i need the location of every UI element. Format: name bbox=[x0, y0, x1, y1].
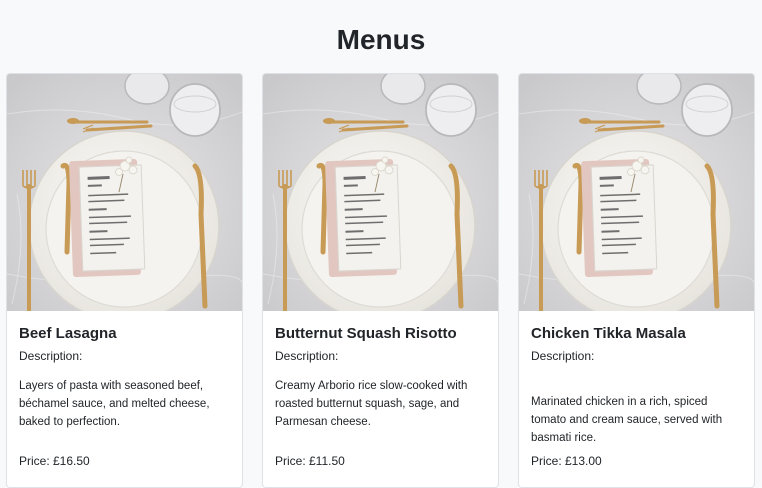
menu-item-name: Chicken Tikka Masala bbox=[531, 325, 686, 342]
menu-card: Chicken Tikka Masala Description: Marina… bbox=[518, 73, 755, 488]
menu-item-name: Beef Lasagna bbox=[19, 325, 117, 342]
menu-item-price: Price: £13.00 bbox=[531, 454, 602, 468]
menu-item-description: Creamy Arborio rice slow-cooked with roa… bbox=[275, 380, 468, 428]
description-label: Description: bbox=[531, 349, 595, 363]
page-title: Menus bbox=[336, 24, 426, 55]
menu-card: Butternut Squash Risotto Description: Cr… bbox=[262, 73, 499, 488]
menu-item-description: Layers of pasta with seasoned beef, béch… bbox=[19, 380, 210, 428]
menu-item-description: Marinated chicken in a rich, spiced toma… bbox=[531, 396, 723, 444]
menu-item-price: Price: £16.50 bbox=[19, 454, 90, 468]
menu-item-price: Price: £11.50 bbox=[275, 454, 345, 468]
menu-item-image bbox=[519, 74, 754, 311]
menu-item-image bbox=[263, 74, 498, 311]
description-label: Description: bbox=[275, 349, 339, 363]
description-label: Description: bbox=[19, 349, 83, 363]
menu-item-image bbox=[7, 74, 242, 311]
menu-item-name: Butternut Squash Risotto bbox=[275, 325, 457, 342]
menu-card: Beef Lasagna Description: Layers of past… bbox=[6, 73, 243, 488]
